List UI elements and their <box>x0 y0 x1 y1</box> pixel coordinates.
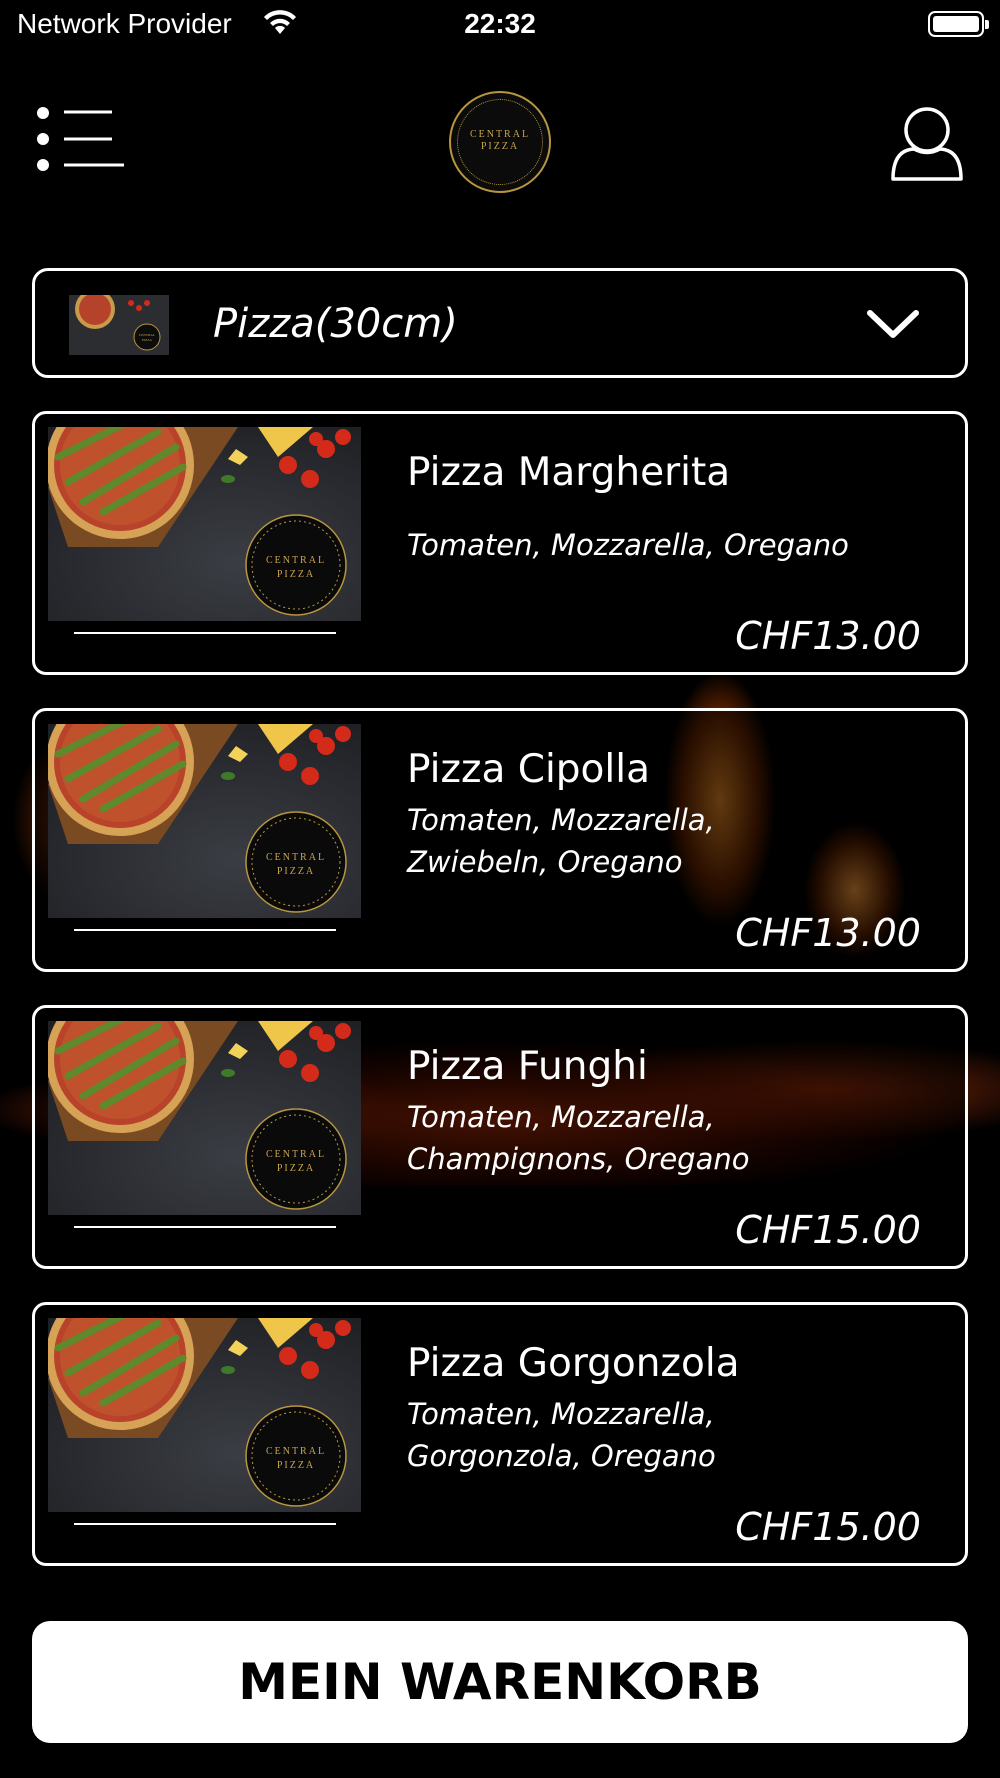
pizza-photo: CENTRAL PIZZA <box>48 1318 361 1512</box>
svg-text:CENTRAL: CENTRAL <box>266 555 326 566</box>
battery-nub <box>985 20 989 29</box>
svg-text:CENTRAL: CENTRAL <box>266 852 326 863</box>
product-description: Tomaten, Mozzarella, Zwiebeln, Oregano <box>407 803 715 879</box>
product-image: CENTRAL PIZZA <box>48 427 361 621</box>
svg-text:PIZZA: PIZZA <box>277 1163 315 1174</box>
product-card-cipolla[interactable]: CENTRAL PIZZA Pizza Cipolla Tomaten, Mozz… <box>32 708 968 972</box>
product-price: CHF15.00 <box>735 1505 921 1549</box>
product-price: CHF13.00 <box>735 614 921 658</box>
pizza-thumbnail-image: CENTRAL PIZZA <box>69 289 169 355</box>
image-underline <box>74 1523 336 1525</box>
product-image: CENTRAL PIZZA <box>48 1021 361 1215</box>
svg-text:PIZZA: PIZZA <box>277 866 315 877</box>
pizza-photo: CENTRAL PIZZA <box>48 427 361 621</box>
cart-button[interactable]: MEIN WARENKORB <box>32 1621 968 1743</box>
image-underline <box>74 929 336 931</box>
product-image: CENTRAL PIZZA <box>48 724 361 918</box>
menu-icon[interactable] <box>36 106 128 172</box>
category-dropdown[interactable]: CENTRAL PIZZA Pizza(30cm) <box>32 268 968 378</box>
product-price: CHF15.00 <box>735 1208 921 1252</box>
category-label: Pizza(30cm) <box>213 301 458 347</box>
product-description: Tomaten, Mozzarella, Champignons, Oregan… <box>407 1100 750 1176</box>
svg-text:PIZZA: PIZZA <box>277 1460 315 1471</box>
user-icon[interactable] <box>890 104 964 182</box>
category-thumbnail: CENTRAL PIZZA <box>69 289 169 355</box>
svg-text:CENTRAL: CENTRAL <box>266 1446 326 1457</box>
svg-text:CENTRAL: CENTRAL <box>139 333 155 337</box>
product-name: Pizza Funghi <box>407 1044 648 1089</box>
svg-text:CENTRAL: CENTRAL <box>266 1149 326 1160</box>
image-underline <box>74 632 336 634</box>
svg-text:PIZZA: PIZZA <box>277 569 315 580</box>
chevron-down-icon <box>867 310 919 338</box>
logo-text: CENTRAL PIZZA <box>469 129 531 152</box>
product-description: Tomaten, Mozzarella, Oregano <box>407 528 849 562</box>
svg-text:PIZZA: PIZZA <box>142 338 152 342</box>
image-underline <box>74 1226 336 1228</box>
status-time: 22:32 <box>464 8 536 39</box>
product-card-gorgonzola[interactable]: CENTRAL PIZZA Pizza Gorgonzola Tomaten, M… <box>32 1302 968 1566</box>
product-card-funghi[interactable]: CENTRAL PIZZA Pizza Funghi Tomaten, Mozza… <box>32 1005 968 1269</box>
product-name: Pizza Gorgonzola <box>407 1341 740 1386</box>
battery-icon <box>928 11 989 37</box>
product-card-margherita[interactable]: CENTRAL PIZZA Pizza Margherita Tomaten, M… <box>32 411 968 675</box>
pizza-photo: CENTRAL PIZZA <box>48 1021 361 1215</box>
central-pizza-logo: CENTRAL PIZZA <box>449 91 551 193</box>
product-description: Tomaten, Mozzarella, Gorgonzola, Oregano <box>407 1397 716 1473</box>
product-image: CENTRAL PIZZA <box>48 1318 361 1512</box>
pizza-photo: CENTRAL PIZZA <box>48 724 361 918</box>
product-name: Pizza Cipolla <box>407 747 650 792</box>
product-price: CHF13.00 <box>735 911 921 955</box>
status-bar: Network Provider 22:32 <box>0 0 1000 52</box>
battery-fill <box>933 16 979 32</box>
product-name: Pizza Margherita <box>407 450 731 495</box>
